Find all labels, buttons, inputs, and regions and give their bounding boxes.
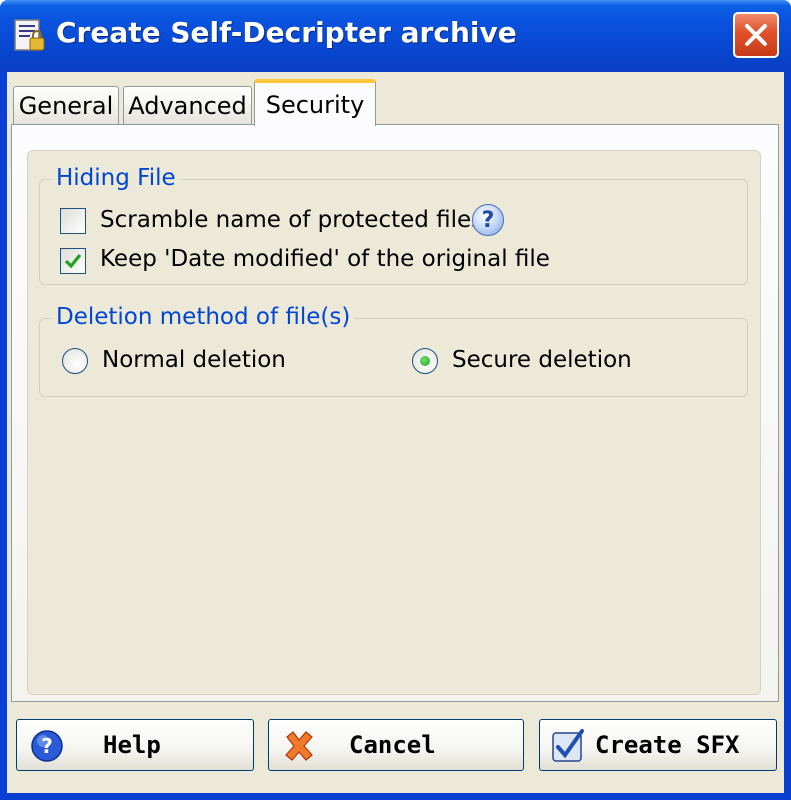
tab-security-label: Security	[265, 90, 365, 119]
hiding-file-group: Hiding File Scramble name of protected f…	[39, 165, 748, 285]
secure-deletion-radio[interactable]	[412, 348, 438, 374]
security-options-panel: Hiding File Scramble name of protected f…	[27, 150, 761, 695]
help-button[interactable]: ? Help	[16, 719, 254, 771]
help-icon: ?	[31, 730, 63, 762]
security-tab-panel: Hiding File Scramble name of protected f…	[11, 124, 779, 702]
normal-deletion-radio[interactable]	[62, 348, 88, 374]
tab-security[interactable]: Security	[254, 79, 376, 126]
hiding-file-legend: Hiding File	[52, 165, 180, 191]
deletion-method-group: Deletion method of file(s) Normal deleti…	[39, 304, 748, 397]
tab-general[interactable]: General	[13, 86, 119, 125]
window-title: Create Self-Decripter archive	[56, 16, 517, 49]
keep-date-modified-checkbox[interactable]	[60, 248, 86, 274]
scramble-names-checkbox[interactable]	[60, 208, 86, 234]
dialog-client-area: General Advanced Security Hiding File Sc…	[7, 72, 784, 793]
scramble-names-label[interactable]: Scramble name of protected files	[100, 207, 483, 233]
svg-text:?: ?	[41, 734, 53, 758]
keep-date-modified-label[interactable]: Keep 'Date modified' of the original fil…	[100, 246, 550, 272]
archive-icon	[14, 19, 45, 51]
cancel-x-icon	[285, 731, 313, 761]
cancel-button-label: Cancel	[349, 731, 436, 759]
tab-advanced-label: Advanced	[128, 92, 247, 120]
checkmark-icon	[64, 253, 82, 269]
help-icon[interactable]: ?	[472, 204, 504, 236]
radio-selected-dot	[420, 356, 430, 366]
dialog-window: Create Self-Decripter archive General Ad…	[0, 0, 791, 800]
checkbox-check-icon	[552, 729, 584, 762]
close-icon	[745, 24, 767, 46]
tab-advanced[interactable]: Advanced	[123, 86, 252, 125]
create-sfx-button[interactable]: Create SFX	[539, 719, 777, 771]
title-bar[interactable]: Create Self-Decripter archive	[0, 0, 791, 72]
help-button-label: Help	[103, 731, 161, 759]
close-button[interactable]	[733, 12, 779, 58]
normal-deletion-label[interactable]: Normal deletion	[102, 347, 286, 373]
deletion-method-legend: Deletion method of file(s)	[52, 304, 355, 330]
create-sfx-button-label: Create SFX	[595, 731, 740, 759]
tab-general-label: General	[18, 92, 114, 120]
secure-deletion-label[interactable]: Secure deletion	[452, 347, 632, 373]
cancel-button[interactable]: Cancel	[268, 719, 524, 771]
